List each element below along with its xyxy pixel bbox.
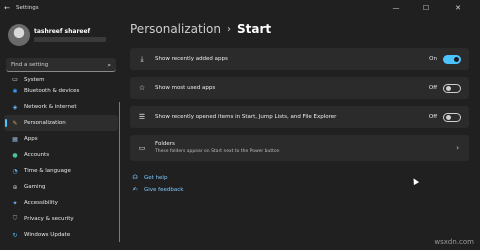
search-icon[interactable]: ⌕ <box>107 61 111 70</box>
user-email-redacted <box>34 37 106 42</box>
sidebar-item-label: Windows Update <box>24 232 71 238</box>
chevron-right-icon: › <box>456 144 459 152</box>
setting-label: Folders <box>155 141 175 147</box>
sidebar-item-label: Apps <box>24 136 38 142</box>
sidebar-item-label: Accessibility <box>24 200 58 206</box>
setting-label: Show recently opened items in Start, Jum… <box>155 114 337 120</box>
sidebar-item-label: Accounts <box>24 152 50 158</box>
update-icon: ↻ <box>12 231 18 239</box>
breadcrumb-separator: › <box>226 23 231 35</box>
setting-row-recently-added[interactable]: ⤓ Show recently added apps On <box>130 48 469 70</box>
sidebar-item-windows-update[interactable]: ↻ Windows Update <box>4 227 118 243</box>
window-title: Settings <box>16 5 39 11</box>
sidebar-item-system[interactable]: ▭ System <box>4 76 118 83</box>
maximize-button[interactable]: ☐ <box>414 0 438 16</box>
title-bar: ← Settings <box>0 0 480 16</box>
sidebar-item-network[interactable]: ◈ Network & internet <box>4 99 118 115</box>
sidebar-item-gaming[interactable]: ⊕ Gaming <box>4 179 118 195</box>
setting-label: Show most used apps <box>155 85 216 91</box>
sidebar-item-bluetooth[interactable]: ✱ Bluetooth & devices <box>4 83 118 99</box>
toggle-state-text: Off <box>428 85 437 91</box>
download-icon: ⤓ <box>140 54 144 63</box>
monitor-icon: ▭ <box>12 76 18 83</box>
setting-label: Show recently added apps <box>155 56 228 62</box>
sidebar-item-apps[interactable]: ▦ Apps <box>4 131 118 147</box>
setting-row-folders[interactable]: ▭ Folders These folders appear on Start … <box>130 135 469 161</box>
list-icon: ☰ <box>138 113 146 121</box>
toggle-state-text: Off <box>428 114 437 120</box>
link-label: Get help <box>144 174 168 181</box>
search-placeholder: Find a setting <box>11 61 49 68</box>
sidebar-item-label: Time & language <box>24 168 71 174</box>
brush-icon: ✎ <box>12 119 18 127</box>
sidebar-item-privacy[interactable]: ⛉ Privacy & security <box>4 211 118 227</box>
sidebar-item-label: Privacy & security <box>24 216 74 222</box>
get-help-link[interactable]: ☊ Get help <box>130 174 167 181</box>
sidebar-item-accessibility[interactable]: ✦ Accessibility <box>4 195 118 211</box>
sidebar-item-label: Personalization <box>24 120 66 126</box>
setting-description: These folders appear on Start next to th… <box>155 149 280 154</box>
sidebar-item-label: Bluetooth & devices <box>24 88 80 94</box>
sidebar-item-label: Network & internet <box>24 104 77 110</box>
toggle-state-text: On <box>429 56 437 62</box>
close-button[interactable]: ✕ <box>446 0 470 16</box>
minimize-button[interactable]: — <box>384 0 408 16</box>
setting-row-recently-opened[interactable]: ☰ Show recently opened items in Start, J… <box>130 106 469 128</box>
help-icon: ☊ <box>132 174 138 181</box>
controller-icon: ⊕ <box>12 183 18 191</box>
toggle-switch[interactable] <box>443 83 461 93</box>
sidebar: tashreef shareef Find a setting ⌕ ▭ Syst… <box>0 16 122 250</box>
sidebar-item-personalization[interactable]: ✎ Personalization <box>4 115 118 131</box>
toggle-switch[interactable] <box>443 54 461 64</box>
globe-clock-icon: ◔ <box>12 167 18 175</box>
link-label: Give feedback <box>144 186 184 193</box>
sidebar-scrollbar[interactable] <box>119 102 120 242</box>
give-feedback-link[interactable]: ✍ Give feedback <box>130 186 183 193</box>
feedback-icon: ✍ <box>132 186 138 193</box>
back-arrow-icon[interactable]: ← <box>0 4 14 12</box>
sidebar-item-time-language[interactable]: ◔ Time & language <box>4 163 118 179</box>
accessibility-icon: ✦ <box>12 199 18 207</box>
wifi-icon: ◈ <box>12 103 18 111</box>
toggle-switch[interactable] <box>443 112 461 122</box>
breadcrumb: Personalization › Start <box>130 22 271 36</box>
setting-row-most-used[interactable]: ☆ Show most used apps Off <box>130 77 469 99</box>
page-title: Start <box>236 22 272 36</box>
main-content: Personalization › Start ⤓ Show recently … <box>130 16 474 250</box>
folders-icon: ▭ <box>138 144 146 152</box>
apps-icon: ▦ <box>12 135 18 143</box>
user-name: tashreef shareef <box>34 28 91 35</box>
sidebar-nav: ▭ System ✱ Bluetooth & devices ◈ Network… <box>4 76 118 243</box>
sidebar-item-accounts[interactable]: ● Accounts <box>4 147 118 163</box>
shield-icon: ⛉ <box>12 215 18 222</box>
avatar[interactable] <box>8 24 30 46</box>
star-icon: ☆ <box>138 84 146 92</box>
person-icon: ● <box>12 151 18 159</box>
search-input[interactable]: Find a setting ⌕ <box>6 58 116 72</box>
bluetooth-icon: ✱ <box>12 87 18 95</box>
breadcrumb-parent[interactable]: Personalization <box>130 22 221 36</box>
watermark: wsxdn.com <box>434 238 474 246</box>
sidebar-item-label: Gaming <box>24 184 46 190</box>
